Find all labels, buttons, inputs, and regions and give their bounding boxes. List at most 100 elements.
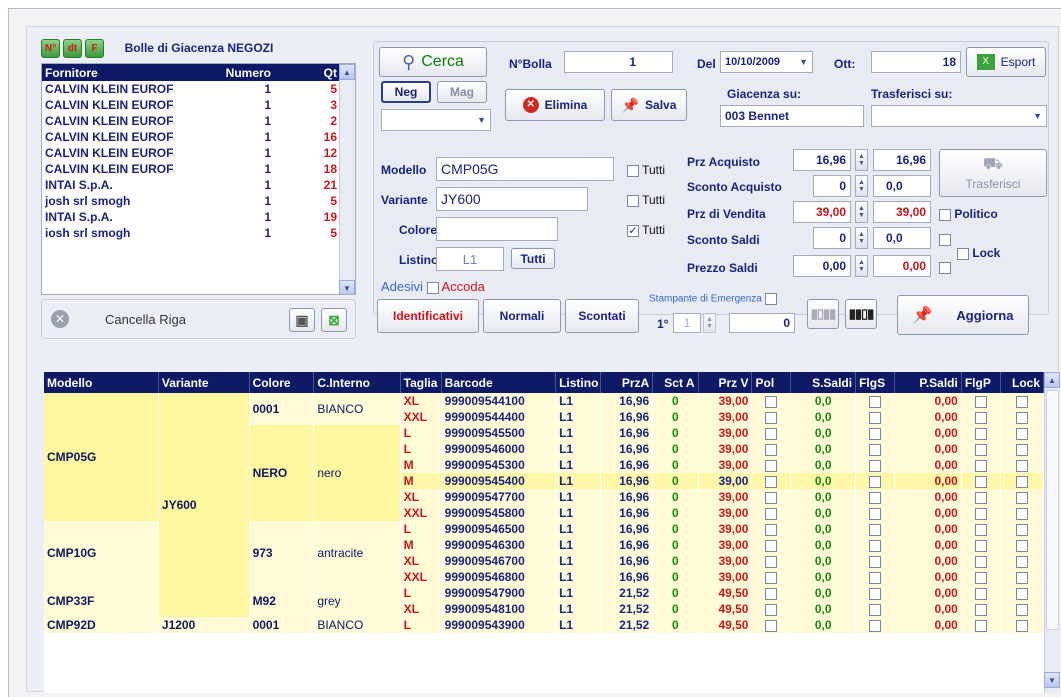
- search-button[interactable]: ⚲ Cerca: [379, 47, 487, 77]
- sconto-saldi-field[interactable]: 0: [813, 227, 851, 249]
- sconto-acquisto-field-2[interactable]: 0,0: [873, 175, 931, 197]
- pol-checkbox[interactable]: [765, 427, 778, 440]
- flgp-checkbox[interactable]: [974, 587, 987, 600]
- prz-acquisto-field[interactable]: 16,96: [793, 149, 851, 171]
- supplier-row[interactable]: CALVIN KLEIN EUROF 1 3: [42, 97, 340, 113]
- modello-field[interactable]: CMP05G: [436, 157, 614, 181]
- flgp-checkbox[interactable]: [974, 395, 987, 408]
- col-header[interactable]: FlgS: [855, 372, 895, 393]
- tutti-colore-checkbox[interactable]: [627, 224, 639, 237]
- tutti-colore[interactable]: Tutti: [627, 223, 665, 237]
- lock-row-checkbox[interactable]: [1015, 443, 1028, 456]
- stampante-checkbox[interactable]: [764, 293, 777, 305]
- pol-checkbox[interactable]: [765, 491, 778, 504]
- col-qt[interactable]: Qt: [274, 64, 340, 81]
- flgp-checkbox[interactable]: [974, 411, 987, 424]
- col-header[interactable]: Listino: [555, 372, 602, 393]
- flgp-checkbox[interactable]: [974, 539, 987, 552]
- supplier-list[interactable]: Fornitore Numero Qt CALVIN KLEIN EUROF 1 5…: [41, 63, 356, 295]
- cancella-riga-label[interactable]: Cancella Riga: [105, 312, 186, 327]
- prezzo-saldi-spinner[interactable]: ▲ ▼: [855, 255, 868, 277]
- flgp-checkbox[interactable]: [974, 619, 987, 632]
- prezzo-saldi-checkbox[interactable]: [939, 260, 951, 274]
- prz-acquisto-field-2[interactable]: 16,96: [873, 149, 931, 171]
- lock-row-checkbox[interactable]: [1015, 507, 1028, 520]
- lock-row-checkbox[interactable]: [1015, 395, 1028, 408]
- flgs-checkbox[interactable]: [869, 411, 881, 424]
- listino-field[interactable]: L1: [436, 247, 504, 271]
- barcode-button[interactable]: ▮▮▯▮: [845, 299, 877, 329]
- supplier-scrollbar[interactable]: ▲ ▼: [339, 64, 355, 294]
- supplier-row[interactable]: INTAI S.p.A. 1 21: [42, 177, 340, 193]
- flgs-checkbox[interactable]: [869, 603, 881, 616]
- flgp-checkbox[interactable]: [974, 427, 987, 440]
- flgs-checkbox[interactable]: [869, 523, 881, 536]
- stampante-count-field[interactable]: 0: [729, 313, 795, 333]
- flgp-checkbox[interactable]: [974, 571, 987, 584]
- colore-field[interactable]: [436, 217, 558, 241]
- flgs-checkbox[interactable]: [869, 459, 881, 472]
- pol-checkbox[interactable]: [765, 523, 778, 536]
- col-header[interactable]: Barcode: [441, 372, 557, 393]
- cancel-icon[interactable]: ✕: [51, 310, 69, 328]
- prezzo-saldi-field[interactable]: 0,00: [793, 255, 851, 277]
- flgp-checkbox[interactable]: [974, 523, 987, 536]
- supplier-row[interactable]: CALVIN KLEIN EUROF 1 16: [42, 129, 340, 145]
- pol-checkbox[interactable]: [765, 443, 778, 456]
- supplier-row[interactable]: josh srl smogh 1 5: [42, 193, 340, 209]
- lock-row-checkbox[interactable]: [1015, 411, 1028, 424]
- lock-row-checkbox[interactable]: [1015, 459, 1028, 472]
- trasferisci-select[interactable]: ▼: [871, 105, 1047, 127]
- identificativi-button[interactable]: Identificativi: [377, 299, 479, 333]
- sconto-saldi-checkbox[interactable]: [939, 232, 951, 246]
- lock-row-checkbox[interactable]: [1015, 555, 1028, 568]
- pol-checkbox[interactable]: [765, 507, 778, 520]
- prz-vendita-spinner[interactable]: ▲ ▼: [855, 201, 868, 223]
- pol-checkbox[interactable]: [765, 619, 778, 632]
- ott-field[interactable]: 18: [871, 51, 961, 73]
- col-header[interactable]: P.Saldi: [894, 372, 962, 393]
- lock-row-checkbox[interactable]: [1015, 539, 1028, 552]
- col-header[interactable]: Colore: [249, 372, 315, 393]
- supplier-row[interactable]: CALVIN KLEIN EUROF 1 2: [42, 113, 340, 129]
- supplier-row[interactable]: INTAI S.p.A. 1 19: [42, 209, 340, 225]
- salva-button[interactable]: 📌 Salva: [611, 89, 687, 121]
- lock-row-checkbox[interactable]: [1015, 523, 1028, 536]
- lock-row-checkbox[interactable]: [1015, 427, 1028, 440]
- col-header[interactable]: PrzA: [600, 372, 654, 393]
- scroll-up-icon[interactable]: ▲: [1044, 372, 1060, 388]
- col-header[interactable]: Prz V: [698, 372, 753, 393]
- lock-checkbox[interactable]: [957, 247, 969, 260]
- lock-row-checkbox[interactable]: [1015, 475, 1028, 488]
- accoda-checkbox[interactable]: [426, 281, 439, 294]
- table-row[interactable]: CMP05G JY600 0001 BIANCO XL 999009544100 L1 16,…: [44, 393, 1045, 617]
- col-header[interactable]: FlgP: [961, 372, 1001, 393]
- supplier-row[interactable]: CALVIN KLEIN EUROF 1 12: [42, 145, 340, 161]
- col-header[interactable]: Taglia: [400, 372, 442, 393]
- lock-row-checkbox[interactable]: [1015, 491, 1028, 504]
- flgs-checkbox[interactable]: [869, 555, 881, 568]
- flgs-checkbox[interactable]: [869, 475, 881, 488]
- prezzo-saldi-field-2[interactable]: 0,00: [873, 255, 931, 277]
- col-fornitore[interactable]: Fornitore: [42, 64, 202, 81]
- flgp-checkbox[interactable]: [974, 459, 987, 472]
- normali-button[interactable]: Normali: [483, 299, 561, 333]
- flgs-checkbox[interactable]: [869, 587, 881, 600]
- lock-row-checkbox[interactable]: [1015, 619, 1028, 632]
- scroll-down-icon[interactable]: ▼: [339, 280, 355, 294]
- excel-small-button[interactable]: ⊠: [321, 308, 347, 332]
- pol-checkbox[interactable]: [765, 395, 778, 408]
- trasferisci-button[interactable]: ⛟ Trasferisci: [939, 149, 1047, 197]
- pol-checkbox[interactable]: [765, 411, 778, 424]
- lock[interactable]: Lock: [957, 246, 1000, 260]
- aggiorna-button[interactable]: 📌 Aggiorna: [897, 295, 1029, 335]
- stampante-spinner[interactable]: ▲ ▼: [703, 313, 716, 333]
- flgs-checkbox[interactable]: [869, 539, 881, 552]
- variante-field[interactable]: JY600: [436, 187, 588, 211]
- flgs-checkbox[interactable]: [869, 443, 881, 456]
- nbolla-field[interactable]: 1: [564, 51, 673, 73]
- politico[interactable]: Politico: [939, 207, 998, 221]
- flgp-checkbox[interactable]: [974, 443, 987, 456]
- flgs-checkbox[interactable]: [869, 491, 881, 504]
- pol-checkbox[interactable]: [765, 555, 778, 568]
